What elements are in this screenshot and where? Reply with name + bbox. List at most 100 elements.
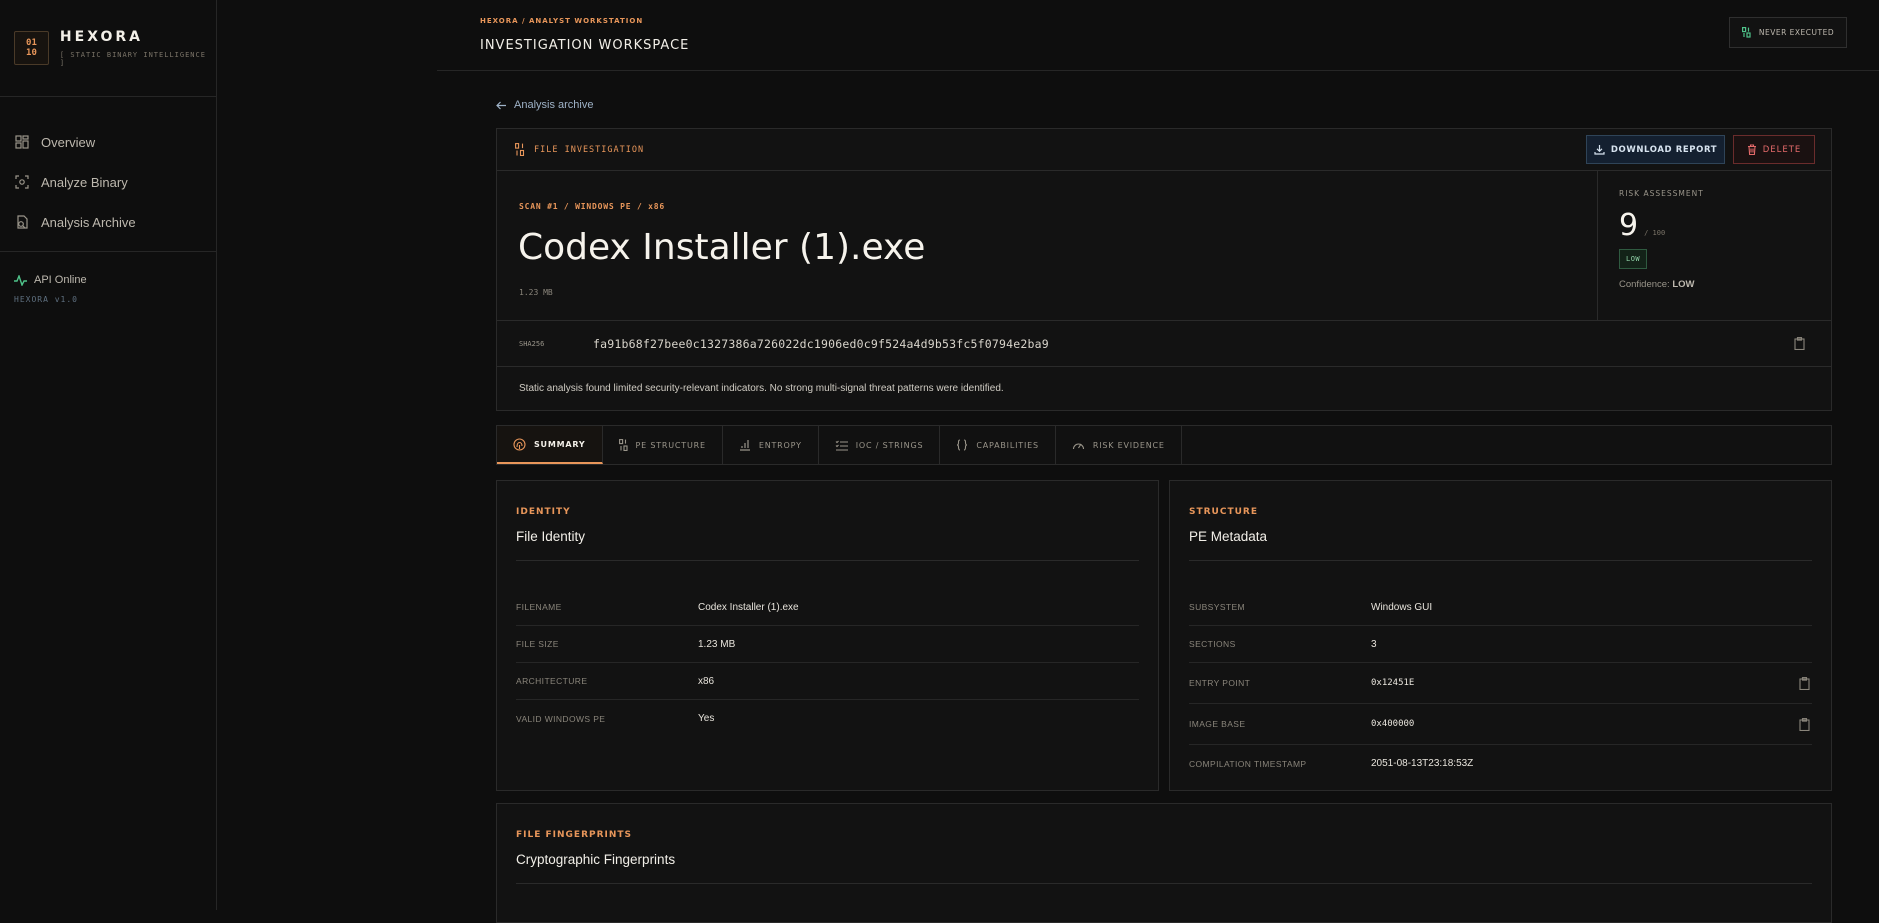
risk-confidence: Confidence: LOW xyxy=(1619,279,1810,290)
bar-chart-icon xyxy=(739,440,750,451)
confidence-label: Confidence: xyxy=(1619,279,1670,290)
sidebar: 01 10 HEXORA [ STATIC BINARY INTELLIGENCE… xyxy=(0,0,217,910)
sidebar-item-label: Analyze Binary xyxy=(41,174,128,190)
hash-row: SHA256 fa91b68f27bee0c1327386a726022dc19… xyxy=(497,321,1831,367)
binary-status-icon xyxy=(1741,27,1751,38)
api-status: API Online xyxy=(14,274,202,286)
app-version: HEXORA v1.0 xyxy=(14,295,78,304)
download-icon xyxy=(1594,145,1605,155)
risk-level-badge: LOW xyxy=(1619,249,1648,269)
tab-pe-structure[interactable]: PE STRUCTURE xyxy=(603,426,723,464)
file-card-body: SCAN #1 / WINDOWS PE / x86 Codex Install… xyxy=(497,171,1831,321)
brand-name: HEXORA xyxy=(59,29,144,45)
panel-eyebrow: STRUCTURE xyxy=(1189,507,1258,517)
clipboard-icon[interactable] xyxy=(1794,337,1805,350)
row-value: x86 xyxy=(698,675,715,687)
panel-title: PE Metadata xyxy=(1189,529,1268,544)
row-key: VALID WINDOWS PE xyxy=(516,713,606,724)
identity-row-valid-pe: VALID WINDOWS PE Yes xyxy=(516,700,1139,737)
row-value: 0x12451E xyxy=(1371,678,1415,688)
risk-score-max: / 100 xyxy=(1644,229,1666,237)
fingerprint-icon xyxy=(513,437,526,451)
delete-label: DELETE xyxy=(1762,144,1802,155)
gauge-icon xyxy=(1072,443,1084,450)
fingerprints-panel: FILE FINGERPRINTS Cryptographic Fingerpr… xyxy=(496,803,1832,923)
confidence-value: LOW xyxy=(1672,279,1695,290)
risk-assessment-label: RISK ASSESSMENT xyxy=(1619,189,1704,198)
row-value: 3 xyxy=(1371,638,1377,650)
back-link[interactable]: Analysis archive xyxy=(496,99,593,111)
risk-score: 9 xyxy=(1619,208,1639,243)
sidebar-item-label: Analysis Archive xyxy=(41,214,136,230)
tab-entropy[interactable]: ENTROPY xyxy=(723,426,819,464)
archive-icon xyxy=(17,215,28,229)
structure-row-image-base: IMAGE BASE 0x400000 xyxy=(1189,704,1812,745)
topbar: HEXORA / ANALYST WORKSTATION INVESTIGATI… xyxy=(437,0,1879,71)
analysis-summary-note: Static analysis found limited security-r… xyxy=(519,383,1004,394)
clipboard-icon[interactable] xyxy=(1799,718,1810,731)
file-identity-panel: IDENTITY File Identity FILENAME Codex In… xyxy=(496,480,1159,791)
row-key: IMAGE BASE xyxy=(1189,719,1246,729)
pulse-icon xyxy=(14,274,27,286)
row-key: FILENAME xyxy=(516,602,562,612)
row-value: 0x400000 xyxy=(1371,719,1415,729)
row-key: SECTIONS xyxy=(1189,639,1236,649)
sidebar-item-analysis-archive[interactable]: Analysis Archive xyxy=(0,202,216,242)
clipboard-icon[interactable] xyxy=(1799,677,1810,690)
file-card-header: FILE INVESTIGATION DOWNLOAD REPORT DELET… xyxy=(497,129,1831,171)
identity-row-file-size: FILE SIZE 1.23 MB xyxy=(516,626,1139,663)
structure-row-sections: SECTIONS 3 xyxy=(1189,626,1812,663)
row-value: Windows GUI xyxy=(1371,601,1433,613)
row-key: FILE SIZE xyxy=(516,639,559,649)
tab-risk-evidence[interactable]: RISK EVIDENCE xyxy=(1056,426,1182,464)
tab-label: IOC / STRINGS xyxy=(855,440,924,450)
tab-label: PE STRUCTURE xyxy=(635,440,706,450)
hash-label: SHA256 xyxy=(519,339,545,348)
structure-row-compilation-timestamp: COMPILATION TIMESTAMP 2051-08-13T23:18:5… xyxy=(1189,745,1812,782)
tab-label: SUMMARY xyxy=(534,439,586,449)
scan-descriptor: SCAN #1 / WINDOWS PE / x86 xyxy=(519,202,666,211)
pe-metadata-panel: STRUCTURE PE Metadata SUBSYSTEM Windows … xyxy=(1169,480,1832,791)
panel-eyebrow: FILE FINGERPRINTS xyxy=(516,830,633,840)
row-key: SUBSYSTEM xyxy=(1189,602,1246,612)
brand[interactable]: 01 10 HEXORA [ STATIC BINARY INTELLIGENCE… xyxy=(0,0,216,97)
sidebar-item-overview[interactable]: Overview xyxy=(0,122,216,162)
list-icon xyxy=(835,440,848,451)
download-report-button[interactable]: DOWNLOAD REPORT xyxy=(1586,135,1725,164)
structure-row-entry-point: ENTRY POINT 0x12451E xyxy=(1189,663,1812,704)
panel-title: Cryptographic Fingerprints xyxy=(516,852,676,867)
breadcrumb: HEXORA / ANALYST WORKSTATION xyxy=(480,17,644,25)
row-value: Yes xyxy=(698,713,715,724)
identity-row-architecture: ARCHITECTURE x86 xyxy=(516,663,1139,700)
identity-row-filename: FILENAME Codex Installer (1).exe xyxy=(516,589,1139,626)
row-value: Codex Installer (1).exe xyxy=(698,601,799,613)
row-key: ARCHITECTURE xyxy=(516,676,588,686)
execution-status-label: NEVER EXECUTED xyxy=(1758,28,1835,37)
tab-label: RISK EVIDENCE xyxy=(1092,440,1165,450)
grid-icon xyxy=(15,135,29,149)
file-investigation-card: FILE INVESTIGATION DOWNLOAD REPORT DELET… xyxy=(496,128,1832,411)
brand-subtitle: [ STATIC BINARY INTELLIGENCE ] xyxy=(59,51,206,67)
row-value: 1.23 MB xyxy=(698,638,736,650)
binary-icon xyxy=(515,143,525,156)
scan-icon xyxy=(15,175,29,189)
execution-status-badge: NEVER EXECUTED xyxy=(1729,17,1847,48)
tab-ioc-strings[interactable]: IOC / STRINGS xyxy=(819,426,941,464)
tab-capabilities[interactable]: CAPABILITIES xyxy=(940,426,1056,464)
system-status: API Online HEXORA v1.0 xyxy=(0,252,216,326)
row-key: ENTRY POINT xyxy=(1189,678,1251,688)
row-key: COMPILATION TIMESTAMP xyxy=(1189,758,1307,769)
api-status-label: API Online xyxy=(34,274,87,286)
hash-value[interactable]: fa91b68f27bee0c1327386a726022dc1906ed0c9… xyxy=(593,337,1049,351)
download-report-label: DOWNLOAD REPORT xyxy=(1610,144,1718,155)
sidebar-item-label: Overview xyxy=(41,134,96,150)
structure-row-subsystem: SUBSYSTEM Windows GUI xyxy=(1189,589,1812,626)
panel-eyebrow: IDENTITY xyxy=(516,507,571,517)
tab-summary[interactable]: SUMMARY xyxy=(497,426,603,464)
binary-icon xyxy=(618,439,628,451)
delete-button[interactable]: DELETE xyxy=(1733,135,1815,164)
sidebar-item-analyze-binary[interactable]: Analyze Binary xyxy=(0,162,216,202)
file-size: 1.23 MB xyxy=(519,288,553,297)
row-value: 2051-08-13T23:18:53Z xyxy=(1371,758,1474,769)
risk-assessment: RISK ASSESSMENT 9 / 100 LOW Confidence: … xyxy=(1597,171,1831,321)
